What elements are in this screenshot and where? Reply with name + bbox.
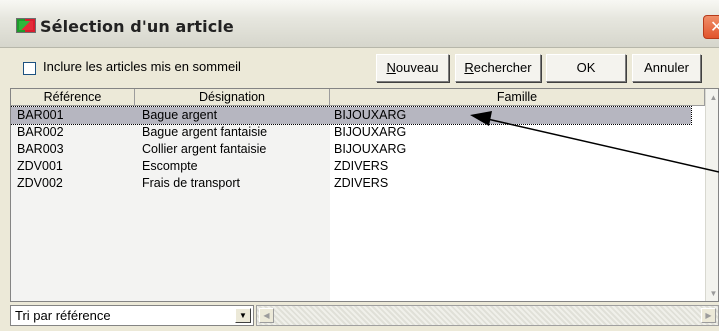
scroll-down-icon[interactable]: ▼: [707, 287, 718, 300]
close-icon[interactable]: ✕: [703, 15, 719, 39]
cell-famille: BIJOUXARG: [334, 125, 407, 139]
cell-designation: Bague argent fantaisie: [142, 125, 268, 139]
cell-designation: Bague argent: [142, 108, 218, 122]
ok-button[interactable]: OK: [546, 54, 626, 82]
horizontal-scrollbar[interactable]: ◀ ▶: [256, 305, 719, 326]
column-header-famille[interactable]: Famille: [330, 89, 705, 106]
articles-grid[interactable]: Référence Désignation Famille BAR001 Bag…: [10, 88, 719, 302]
chevron-down-icon[interactable]: ▼: [235, 308, 251, 323]
search-button[interactable]: Rechercher: [455, 54, 541, 82]
table-row[interactable]: ZDV002 Frais de transport ZDIVERS: [11, 175, 691, 192]
search-button-label: echercher: [473, 60, 532, 75]
cell-famille: ZDIVERS: [334, 176, 389, 190]
article-selection-dialog: Sélection d'un article ✕ Inclure les art…: [0, 0, 719, 331]
cancel-button[interactable]: Annuler: [632, 54, 701, 82]
table-row[interactable]: BAR001 Bague argent BIJOUXARG: [11, 106, 692, 125]
table-row[interactable]: BAR003 Collier argent fantaisie BIJOUXAR…: [11, 141, 691, 158]
cell-reference: BAR001: [17, 108, 64, 122]
new-button-mnemonic: N: [386, 60, 396, 75]
cell-famille: ZDIVERS: [334, 159, 389, 173]
include-sleeping-checkbox[interactable]: [23, 62, 36, 75]
sort-order-value: Tri par référence: [15, 308, 111, 323]
column-header-reference[interactable]: Référence: [11, 89, 135, 106]
cell-designation: Escompte: [142, 159, 198, 173]
search-button-mnemonic: R: [464, 60, 474, 75]
cell-designation: Collier argent fantaisie: [142, 142, 267, 156]
scroll-up-icon[interactable]: ▲: [707, 91, 718, 104]
new-button[interactable]: Nouveau: [376, 54, 449, 82]
vertical-scrollbar[interactable]: ▲ ▼: [705, 89, 718, 301]
cell-designation: Frais de transport: [142, 176, 240, 190]
cell-famille: BIJOUXARG: [334, 108, 407, 122]
table-row[interactable]: BAR002 Bague argent fantaisie BIJOUXARG: [11, 124, 691, 141]
include-sleeping-label[interactable]: Inclure les articles mis en sommeil: [43, 59, 241, 74]
cell-reference: ZDV002: [17, 176, 63, 190]
new-button-label: ouveau: [395, 60, 439, 75]
cell-famille: BIJOUXARG: [334, 142, 407, 156]
cell-reference: BAR003: [17, 142, 64, 156]
cell-reference: ZDV001: [17, 159, 63, 173]
scroll-right-icon[interactable]: ▶: [701, 308, 716, 323]
title-bar[interactable]: Sélection d'un article ✕: [0, 0, 719, 48]
cell-reference: BAR002: [17, 125, 64, 139]
table-row[interactable]: ZDV001 Escompte ZDIVERS: [11, 158, 691, 175]
scroll-left-icon[interactable]: ◀: [259, 308, 274, 323]
window-title: Sélection d'un article: [40, 17, 234, 36]
column-header-designation[interactable]: Désignation: [135, 89, 330, 106]
app-flag-icon: [16, 18, 36, 33]
sort-order-select[interactable]: Tri par référence ▼: [10, 305, 254, 326]
